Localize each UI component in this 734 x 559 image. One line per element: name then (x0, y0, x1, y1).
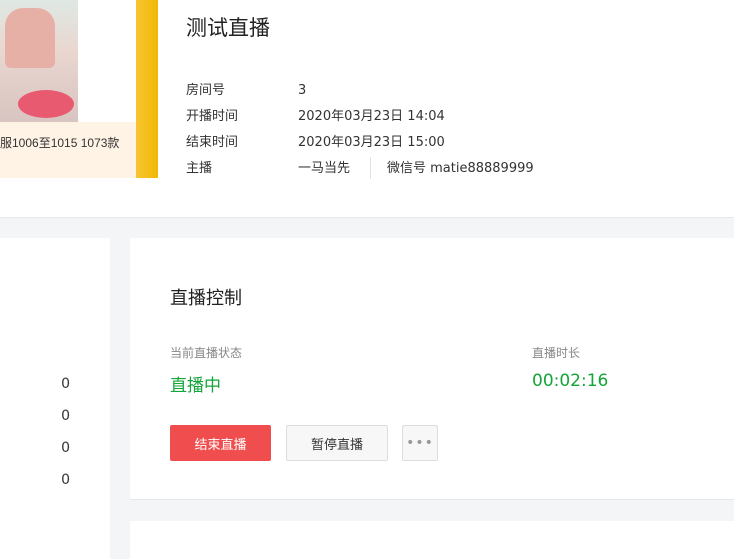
end-time-label: 结束时间 (186, 135, 239, 150)
live-control-title: 直播控制 (170, 288, 242, 309)
end-live-button[interactable]: 结束直播 (170, 425, 271, 461)
stat-value: 0 (61, 472, 70, 488)
live-duration-label: 直播时长 (532, 346, 581, 360)
live-status-value: 直播中 (170, 376, 221, 396)
cover-blank (78, 0, 136, 122)
more-options-button[interactable]: ••• (402, 425, 438, 461)
room-title: 测试直播 (186, 16, 270, 40)
room-cover-image: 服1006至1015 1073款 (0, 0, 158, 178)
cover-product (18, 90, 74, 118)
host-name: 一马当先 (298, 161, 351, 176)
stat-value: 0 (61, 440, 70, 456)
host-row: 主播 一马当先 微信号 matie88889999 (186, 157, 706, 179)
cover-photo (0, 0, 78, 122)
pause-live-button[interactable]: 暂停直播 (286, 425, 388, 461)
host-label: 主播 (186, 161, 213, 176)
host-wechat: 微信号 matie88889999 (387, 161, 534, 176)
cover-stripe (136, 0, 158, 178)
room-number-value: 3 (298, 83, 307, 98)
start-time-value: 2020年03月23日 14:04 (298, 109, 445, 124)
end-time-value: 2020年03月23日 15:00 (298, 135, 445, 150)
stat-value: 0 (61, 408, 70, 424)
live-control-card: 直播控制 当前直播状态 直播中 直播时长 00:02:16 结束直播 暂停直播 … (130, 238, 734, 500)
stat-value: 0 (61, 376, 70, 392)
live-duration-value: 00:02:16 (532, 371, 609, 391)
room-number-label: 房间号 (186, 83, 226, 98)
cover-caption: 服1006至1015 1073款 (0, 136, 120, 150)
stats-panel: 0 0 0 0 (0, 238, 110, 559)
next-section-card (130, 521, 734, 559)
live-status-label: 当前直播状态 (170, 346, 243, 360)
room-info-card: 服1006至1015 1073款 测试直播 房间号 3 开播时间 2020年03… (0, 0, 734, 218)
cover-person (5, 8, 55, 68)
host-divider (370, 157, 371, 179)
start-time-label: 开播时间 (186, 109, 239, 124)
